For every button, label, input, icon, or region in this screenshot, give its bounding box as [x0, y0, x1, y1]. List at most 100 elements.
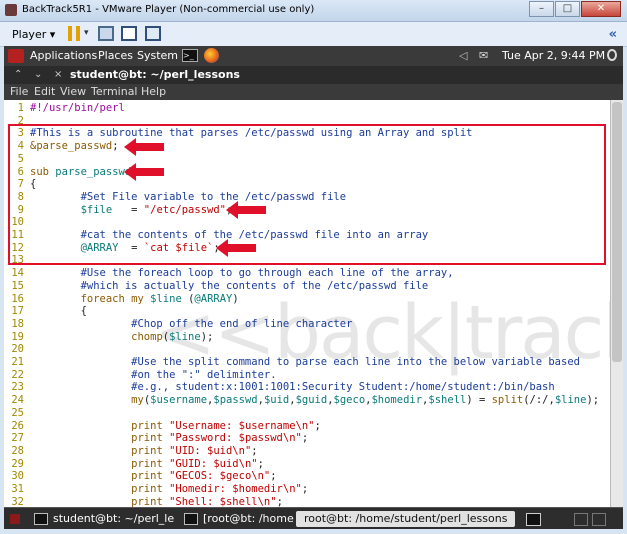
- taskbar-item-student-terminal[interactable]: student@bt: ~/perl_le...: [34, 511, 174, 527]
- code-text: sub parse_passwd: [30, 166, 131, 179]
- red-arrow-icon: [226, 201, 266, 219]
- maximize-button[interactable]: □: [555, 1, 580, 17]
- code-text: #Set File variable to the /etc/passwd fi…: [30, 191, 347, 204]
- terminal-editor-area[interactable]: <<back|track 5 1#!/usr/bin/perl23#This i…: [4, 100, 610, 507]
- menu-applications[interactable]: Applications: [30, 49, 97, 62]
- close-button[interactable]: ✕: [581, 1, 621, 17]
- minimize-button[interactable]: –: [529, 1, 554, 17]
- code-token: $passwd: [213, 394, 258, 407]
- power-icon[interactable]: [607, 49, 617, 61]
- code-line: 32 print "Shell: $shell\n";: [4, 496, 604, 507]
- code-line: 6 sub parse_passwd: [4, 166, 604, 179]
- expand-icon[interactable]: «: [609, 27, 617, 42]
- workspace-icon[interactable]: [592, 513, 606, 526]
- code-token: $guid: [295, 394, 328, 407]
- mail-icon[interactable]: ✉: [479, 49, 488, 62]
- code-line: 15 #which is actually the contents of th…: [4, 280, 604, 293]
- code-token: print: [131, 419, 163, 432]
- code-token: #e.g., student:x:1001:1001:Security Stud…: [30, 381, 555, 394]
- red-arrow-icon: [216, 239, 256, 257]
- code-token: $line: [554, 394, 587, 407]
- code-token: {: [30, 178, 37, 191]
- line-number: 21: [11, 356, 24, 368]
- speaker-icon[interactable]: ◁: [459, 49, 467, 62]
- code-token: #Chop off the end of line character: [30, 317, 353, 330]
- code-token: $shell: [428, 394, 467, 407]
- terminal-title-bar: ⌃ ⌄ × student@bt: ~/perl_lessons: [4, 66, 623, 84]
- menu-edit[interactable]: Edit: [34, 85, 55, 98]
- menu-view[interactable]: View: [60, 85, 86, 98]
- backtrack-logo-icon[interactable]: [8, 49, 24, 63]
- terminal-icon: [34, 513, 48, 525]
- code-line: 25: [4, 407, 604, 420]
- code-text: #Use the foreach loop to go through each…: [30, 267, 454, 280]
- line-number: 7: [17, 178, 24, 191]
- firefox-launcher-icon[interactable]: [204, 48, 219, 63]
- workspace-icon[interactable]: [574, 513, 588, 526]
- code-token: {: [30, 305, 87, 318]
- code-token: print: [131, 470, 163, 483]
- code-token: #which is actually the contents of the /…: [30, 279, 429, 292]
- code-token: print: [131, 432, 163, 445]
- menu-places[interactable]: Places: [98, 49, 133, 62]
- vmware-title-bar: BackTrack5R1 - VMware Player (Non-commer…: [0, 0, 627, 22]
- show-desktop-icon[interactable]: [10, 514, 20, 524]
- code-token: #on the ":" deliminter.: [30, 368, 277, 381]
- code-token: =: [112, 203, 144, 216]
- code-token: $geco: [333, 394, 366, 407]
- code-token: "Username: $username\n": [169, 419, 315, 432]
- code-token: chomp: [131, 330, 163, 343]
- code-text: #which is actually the contents of the /…: [30, 279, 429, 293]
- code-token: `cat $file`: [143, 241, 214, 254]
- code-token: #Use the split command to parse each lin…: [30, 356, 580, 368]
- menu-system[interactable]: System: [137, 49, 178, 62]
- code-token: #This is a subroutine that parses /etc/p…: [30, 127, 473, 140]
- code-token: my: [131, 292, 144, 305]
- code-text: print "UID: $uid\n";: [30, 444, 257, 458]
- player-menu[interactable]: Player ▾: [5, 25, 62, 44]
- code-text: print "GECOS: $geco\n";: [30, 470, 276, 483]
- line-number: 3: [17, 127, 24, 140]
- code-token: print: [131, 457, 163, 470]
- line-number: 23: [11, 381, 24, 394]
- terminal-close-icon[interactable]: ×: [54, 69, 62, 80]
- menu-help[interactable]: Help: [141, 85, 166, 98]
- code-token: ;: [276, 495, 283, 507]
- code-token: split: [491, 394, 524, 407]
- pause-icon[interactable]: [68, 26, 80, 41]
- code-token: print: [131, 444, 163, 457]
- line-number: 19: [11, 330, 24, 343]
- workspace-switcher-icon[interactable]: [526, 513, 541, 526]
- code-line: 28 print "UID: $uid\n";: [4, 445, 604, 458]
- terminal-menubar: File Edit View Terminal Help: [4, 84, 623, 100]
- line-number: 20: [11, 343, 24, 356]
- code-text: #!/usr/bin/perl: [30, 102, 125, 115]
- code-line: 10: [4, 216, 604, 229]
- network-devices-icon[interactable]: [98, 26, 114, 41]
- menu-terminal[interactable]: Terminal: [91, 85, 138, 98]
- scrollbar-thumb[interactable]: [612, 102, 622, 362]
- code-line: 19 chomp($line);: [4, 331, 604, 344]
- code-token: $line: [169, 330, 201, 343]
- code-token: &parse_passwd: [30, 140, 113, 153]
- code-token: $homedir: [371, 394, 423, 407]
- clock-datetime[interactable]: Tue Apr 2, 9:44 PM: [502, 49, 605, 62]
- terminal-minimize-icon[interactable]: ⌃: [14, 69, 22, 80]
- line-number: 32: [11, 495, 24, 507]
- terminal-down-icon[interactable]: ⌄: [34, 69, 42, 80]
- fullscreen-icon[interactable]: [121, 26, 137, 41]
- code-text: #Chop off the end of line character: [30, 318, 352, 331]
- red-arrow-icon: [124, 138, 164, 156]
- taskbar-item-root-terminal[interactable]: [root@bt: /home/st: [184, 511, 294, 527]
- unity-icon[interactable]: [145, 26, 161, 41]
- terminal-launcher-icon[interactable]: >_: [182, 49, 198, 62]
- code-token: "Shell: $shell\n": [169, 495, 277, 507]
- terminal-scrollbar[interactable]: [610, 100, 623, 507]
- taskbar-item-root-terminal-active[interactable]: root@bt: /home/student/perl_lessons: [296, 511, 516, 527]
- code-text: print "Homedir: $homedir\n";: [30, 483, 308, 496]
- code-text: &parse_passwd;: [30, 140, 119, 153]
- code-token: $uid: [263, 394, 290, 407]
- menu-file[interactable]: File: [10, 85, 28, 98]
- code-text: my($username,$passwd,$uid,$guid,$geco,$h…: [30, 394, 599, 407]
